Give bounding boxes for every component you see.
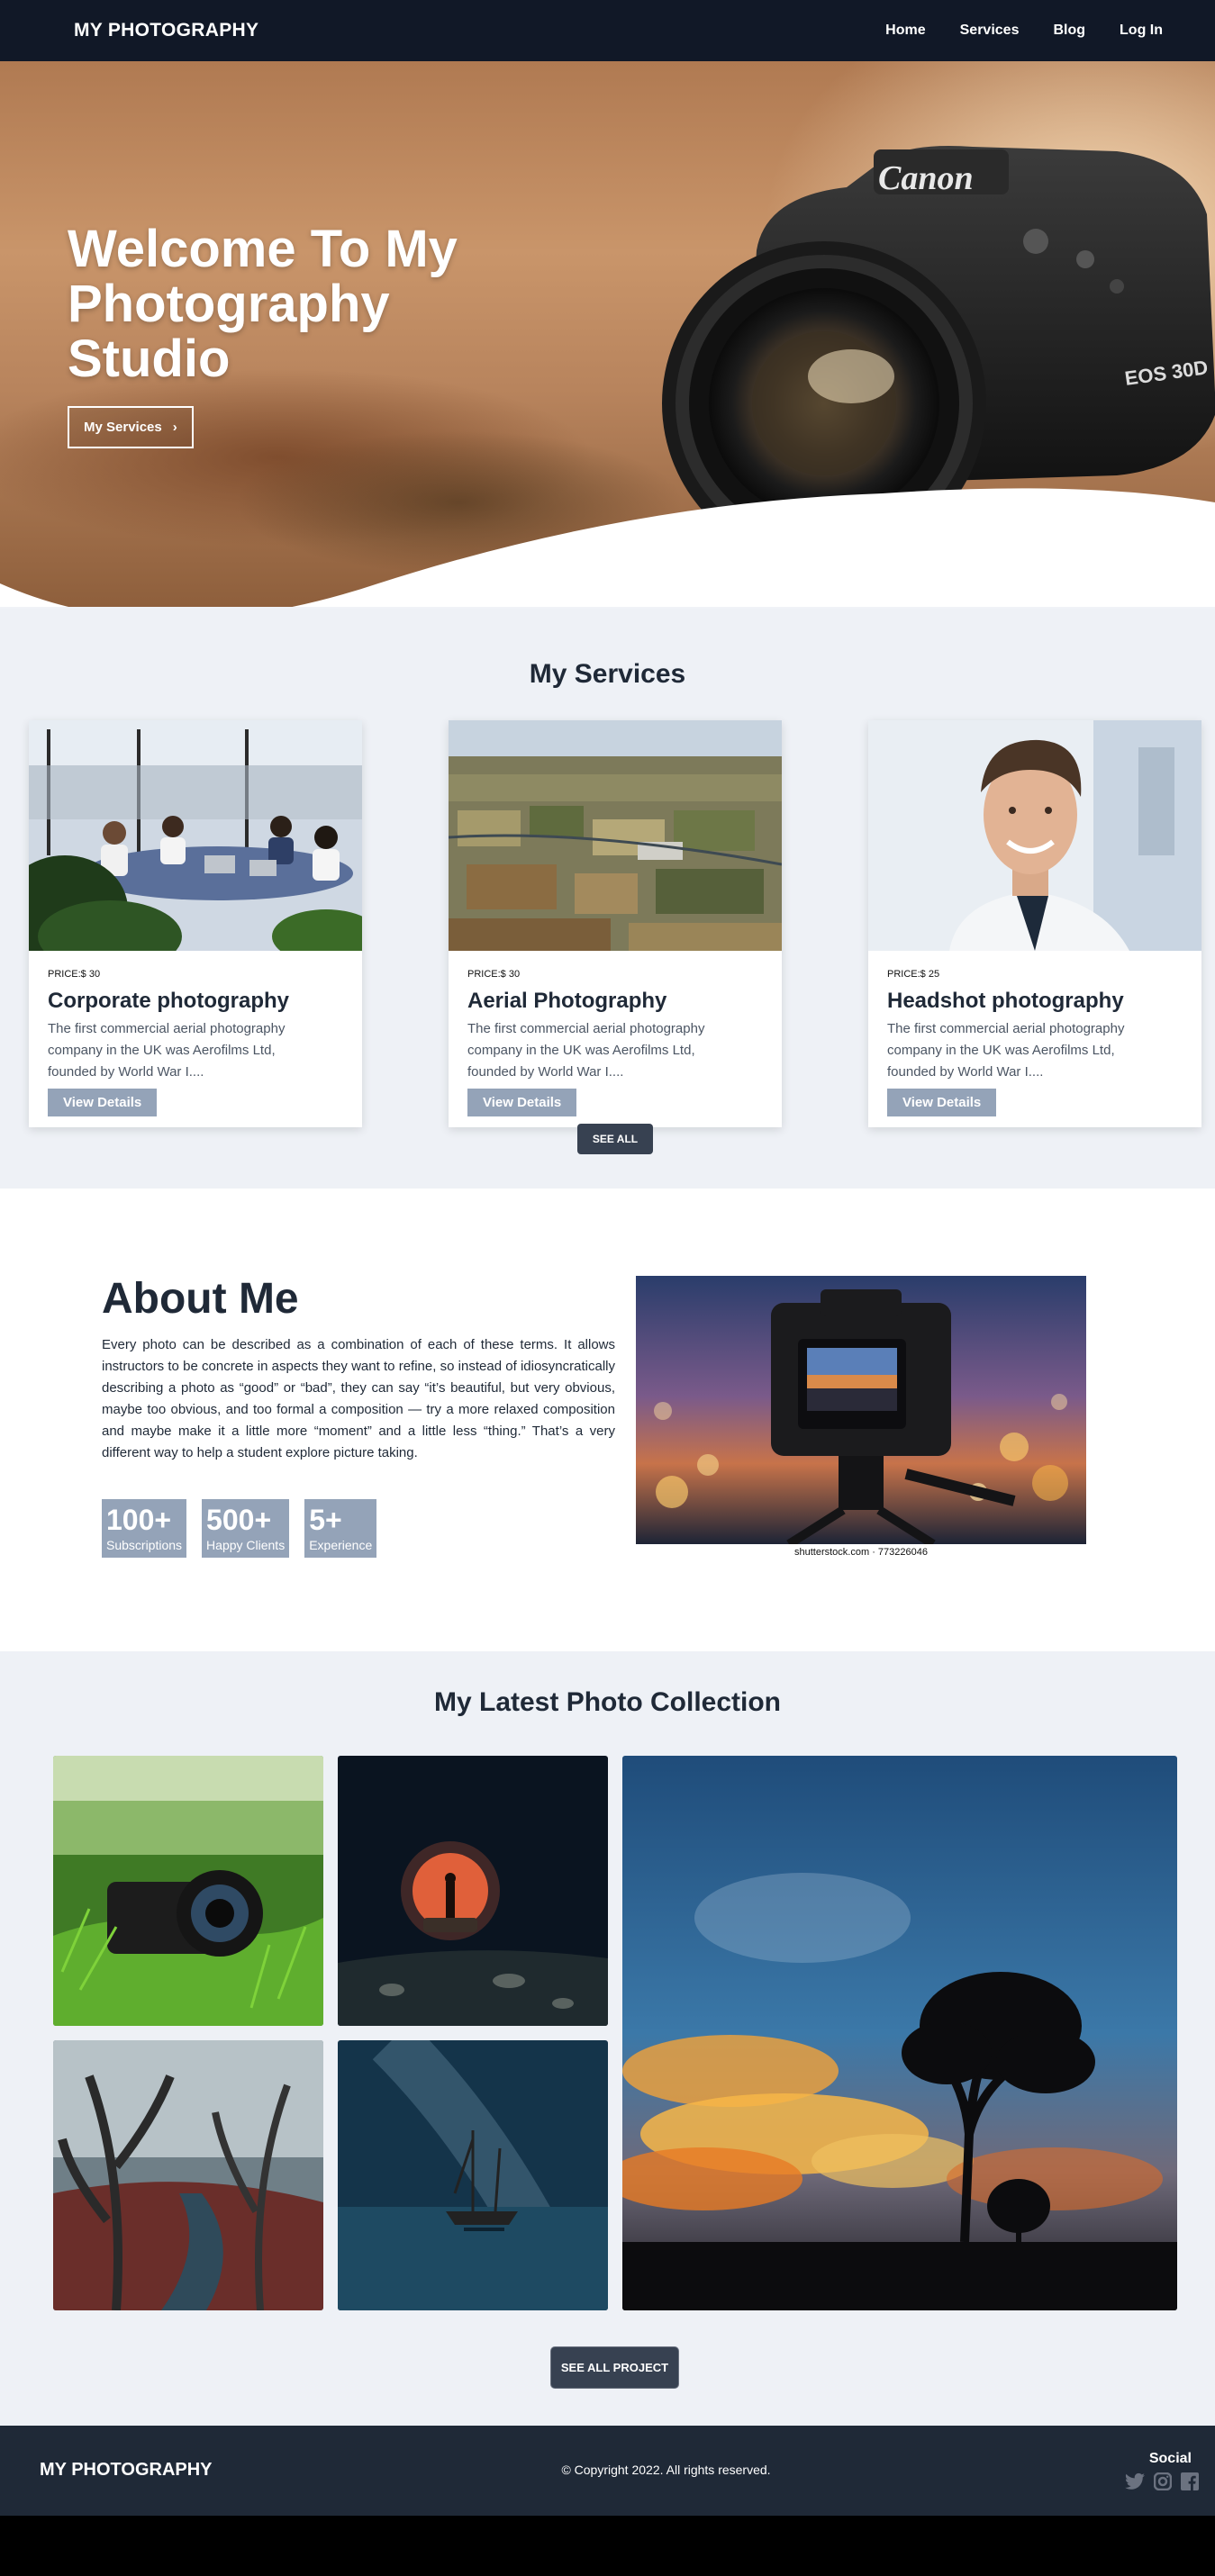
top-navbar: MY PHOTOGRAPHY Home Services Blog Log In <box>0 0 1215 61</box>
stat-badge: 5+ Experience <box>304 1499 377 1558</box>
service-title: Aerial Photography <box>467 989 667 1013</box>
nav-link-blog[interactable]: Blog <box>1053 23 1085 39</box>
photo-caption: shutterstock.com · 773226046 <box>794 1547 928 1558</box>
site-footer: MY PHOTOGRAPHY © Copyright 2022. All rig… <box>0 2426 1215 2516</box>
hero-wave-shape <box>0 488 1215 607</box>
hero-banner: Canon EOS 30D Welcome To My Photography … <box>0 61 1215 607</box>
hero-content: Welcome To My Photography Studio My Serv… <box>68 221 536 448</box>
service-image-corporate <box>29 720 362 951</box>
my-services-button-label: My Services <box>84 420 162 435</box>
service-price: PRICE:$ 25 <box>887 969 940 980</box>
footer-copyright: © Copyright 2022. All rights reserved. <box>561 2463 771 2477</box>
services-title: My Services <box>529 659 686 689</box>
chevron-right-icon: › <box>172 420 177 435</box>
instagram-icon[interactable] <box>1154 2472 1172 2490</box>
gallery-photo-tree-sunset[interactable] <box>622 1756 1177 2310</box>
view-details-button[interactable]: View Details <box>48 1089 158 1116</box>
gallery-photo-moon-figure[interactable] <box>338 1756 608 2026</box>
service-description: The first commercial aerial photography … <box>48 1021 286 1080</box>
gallery-photo-forest[interactable] <box>53 2040 323 2310</box>
view-details-button[interactable]: View Details <box>887 1089 997 1116</box>
gallery-section: My Latest Photo Collection SEE ALL PROJE… <box>0 1651 1215 2426</box>
stat-label: Experience <box>309 1538 373 1552</box>
nav-link-services[interactable]: Services <box>960 23 1020 39</box>
stat-badge: 100+ Subscriptions <box>102 1499 187 1558</box>
site-brand[interactable]: MY PHOTOGRAPHY <box>74 20 258 41</box>
about-camera-photo <box>636 1276 1086 1544</box>
stat-value: 100+ <box>106 1504 172 1536</box>
about-section: About Me Every photo can be described as… <box>0 1189 1215 1651</box>
see-all-button[interactable]: SEE ALL <box>577 1124 653 1154</box>
about-description: Every photo can be described as a combin… <box>102 1337 615 1460</box>
service-card: PRICE:$ 30 Corporate photography The fir… <box>29 720 362 1127</box>
service-image-headshot <box>868 720 1201 951</box>
stat-label: Subscriptions <box>106 1538 183 1552</box>
service-price: PRICE:$ 30 <box>48 969 101 980</box>
nav-link-login[interactable]: Log In <box>1120 23 1163 39</box>
service-card: PRICE:$ 30 Aerial Photography The first … <box>449 720 782 1127</box>
stat-value: 500+ <box>206 1504 272 1536</box>
service-card: PRICE:$ 25 Headshot photography The firs… <box>868 720 1201 1127</box>
gallery-photo-shipwreck[interactable] <box>338 2040 608 2310</box>
twitter-icon[interactable] <box>1125 2472 1145 2490</box>
services-section: My Services PRICE:$ 30 Corporate photogr… <box>0 609 1215 1189</box>
stat-value: 5+ <box>309 1504 342 1536</box>
facebook-icon[interactable] <box>1181 2472 1199 2490</box>
gallery-title: My Latest Photo Collection <box>433 1687 782 1717</box>
gallery-photo-camera-grass[interactable] <box>53 1756 323 2026</box>
service-description: The first commercial aerial photography … <box>467 1021 705 1080</box>
service-description: The first commercial aerial photography … <box>887 1021 1125 1080</box>
footer-social-icons <box>1125 2472 1199 2490</box>
service-title: Corporate photography <box>48 989 289 1013</box>
my-services-button[interactable]: My Services › <box>68 406 194 448</box>
camera-brand-label: Canon <box>878 159 974 197</box>
service-price: PRICE:$ 30 <box>467 969 521 980</box>
nav-link-home[interactable]: Home <box>885 23 925 39</box>
page: MY PHOTOGRAPHY Home Services Blog Log In <box>0 0 1215 2576</box>
service-card-body: PRICE:$ 30 Aerial Photography The first … <box>449 951 782 1116</box>
nav-links: Home Services Blog Log In <box>885 23 1163 39</box>
bottom-blank-area <box>0 2516 1215 2576</box>
service-title: Headshot photography <box>887 989 1124 1013</box>
see-all-project-button[interactable]: SEE ALL PROJECT <box>550 2346 679 2389</box>
footer-social-title: Social <box>1148 2451 1192 2466</box>
service-image-aerial <box>449 720 782 951</box>
about-title: About Me <box>102 1275 299 1323</box>
hero-title: Welcome To My Photography Studio <box>68 220 458 388</box>
stat-label: Happy Clients <box>206 1538 286 1552</box>
service-card-body: PRICE:$ 30 Corporate photography The fir… <box>29 951 362 1116</box>
about-stats: 100+ Subscriptions 500+ Happy Clients 5+… <box>102 1499 377 1558</box>
service-card-body: PRICE:$ 25 Headshot photography The firs… <box>868 951 1201 1116</box>
service-cards: PRICE:$ 30 Corporate photography The fir… <box>29 720 1201 1127</box>
view-details-button[interactable]: View Details <box>467 1089 577 1116</box>
stat-badge: 500+ Happy Clients <box>202 1499 290 1558</box>
